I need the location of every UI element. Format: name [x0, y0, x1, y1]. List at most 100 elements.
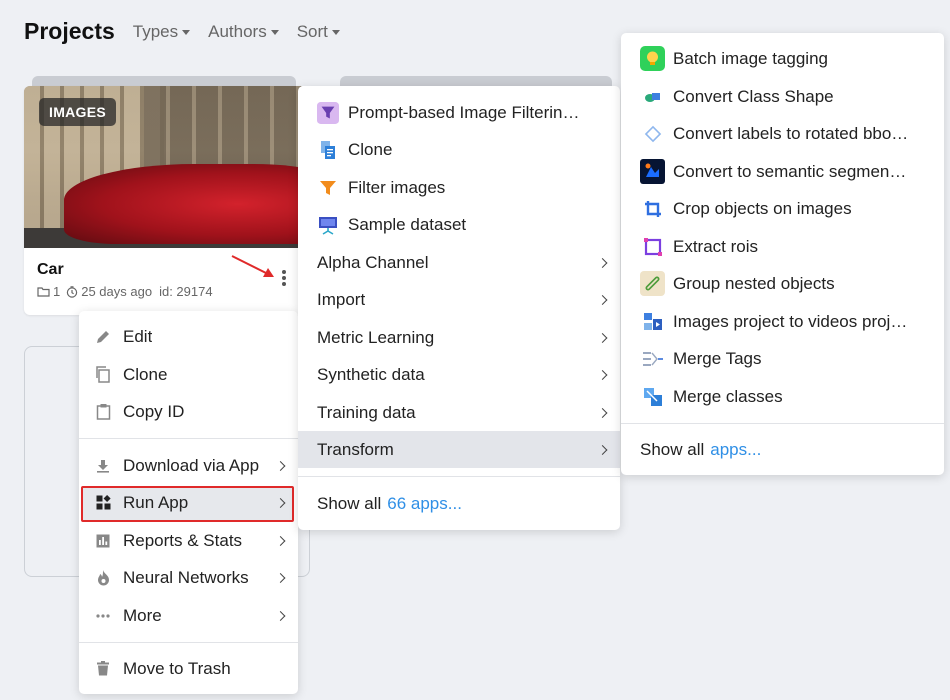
menu-item-download-via-app[interactable]: Download via App	[79, 447, 298, 484]
menu-item-edit[interactable]: Edit	[79, 318, 298, 355]
menu-item-label: Copy ID	[123, 401, 185, 421]
folder-icon	[37, 287, 50, 297]
types-filter-label: Types	[132, 21, 179, 41]
page-title: Projects	[24, 18, 115, 44]
app-convert-class-shape[interactable]: Convert Class Shape	[621, 78, 944, 115]
crop-icon	[640, 196, 665, 221]
flame-icon	[92, 567, 114, 589]
authors-filter-label: Authors	[208, 21, 267, 41]
app-convert-semantic-segmentation[interactable]: Convert to semantic segmen…	[621, 153, 944, 190]
menu-item-label: Convert to semantic segmen…	[673, 161, 907, 181]
sample-dataset-icon	[317, 214, 339, 236]
show-all-transform-apps[interactable]: Show all apps...	[621, 431, 944, 468]
menu-item-label: Move to Trash	[123, 658, 231, 678]
app-sample-dataset[interactable]: Sample dataset	[298, 206, 620, 243]
chevron-right-icon	[597, 369, 608, 380]
category-synthetic-data[interactable]: Synthetic data	[298, 356, 620, 393]
menu-item-label: Merge Tags	[673, 348, 762, 368]
show-all-apps[interactable]: Show all 66 apps...	[298, 485, 620, 522]
page-header: Projects Types Authors Sort	[24, 18, 358, 45]
app-extract-rois[interactable]: Extract rois	[621, 228, 944, 265]
menu-item-label: Extract rois	[673, 236, 759, 256]
menu-item-label: Training data	[317, 402, 416, 422]
menu-item-label: Metric Learning	[317, 327, 435, 347]
caret-down-icon	[182, 30, 191, 35]
show-all-apps-link[interactable]: 66 apps...	[387, 494, 462, 514]
app-prompt-based-filtering[interactable]: Prompt-based Image Filterin…	[298, 94, 620, 131]
chevron-right-icon	[597, 444, 608, 455]
dots-icon	[92, 605, 114, 627]
app-merge-classes[interactable]: Merge classes	[621, 378, 944, 415]
trash-icon	[92, 658, 114, 680]
app-clone[interactable]: Clone	[298, 131, 620, 168]
menu-item-label: Prompt-based Image Filterin…	[348, 102, 580, 122]
segmentation-icon	[640, 159, 665, 184]
menu-item-label: Synthetic data	[317, 364, 425, 384]
project-item-count: 1	[53, 284, 61, 299]
project-name[interactable]: Car	[37, 261, 64, 279]
sort-filter-label: Sort	[296, 21, 328, 41]
menu-divider	[79, 642, 298, 643]
card-stack-edge	[32, 76, 296, 86]
app-filter-images[interactable]: Filter images	[298, 169, 620, 206]
project-context-menu: Edit Clone Copy ID Download via App Run …	[79, 311, 298, 694]
show-all-apps-link[interactable]: apps...	[710, 440, 761, 460]
clipboard-icon	[92, 401, 114, 423]
category-alpha-channel[interactable]: Alpha Channel	[298, 244, 620, 281]
clock-icon	[67, 285, 78, 298]
menu-item-label: Convert labels to rotated bbo…	[673, 123, 909, 143]
menu-item-label: Crop objects on images	[673, 198, 852, 218]
show-all-label: Show all	[640, 439, 705, 459]
link-icon	[640, 271, 665, 296]
menu-item-label: Import	[317, 289, 366, 309]
menu-item-label: Filter images	[348, 177, 446, 197]
menu-item-reports-stats[interactable]: Reports & Stats	[79, 522, 298, 559]
copy-icon	[92, 364, 114, 386]
authors-filter[interactable]: Authors	[208, 22, 279, 42]
chevron-right-icon	[275, 572, 286, 583]
video-project-icon	[640, 309, 665, 334]
card-stack-edge-2	[340, 76, 612, 86]
menu-item-label: Sample dataset	[348, 214, 467, 234]
app-convert-rotated-bbox[interactable]: Convert labels to rotated bbo…	[621, 115, 944, 152]
apps-grid-icon	[92, 492, 114, 514]
menu-item-copy-id[interactable]: Copy ID	[79, 393, 298, 430]
app-images-to-videos[interactable]: Images project to videos proj…	[621, 303, 944, 340]
menu-item-run-app[interactable]: Run App	[79, 484, 298, 521]
menu-item-more[interactable]: More	[79, 597, 298, 634]
shapes-icon	[640, 84, 665, 109]
menu-item-label: Images project to videos proj…	[673, 311, 908, 331]
download-icon	[92, 455, 114, 477]
annotation-arrow-icon	[231, 255, 274, 277]
chevron-right-icon	[275, 497, 286, 508]
menu-item-label: Clone	[348, 139, 393, 159]
menu-item-label: Neural Networks	[123, 567, 249, 587]
sort-filter[interactable]: Sort	[297, 22, 340, 42]
rotated-box-icon	[640, 121, 665, 146]
app-crop-objects[interactable]: Crop objects on images	[621, 190, 944, 227]
bulb-icon	[640, 46, 665, 71]
menu-item-clone[interactable]: Clone	[79, 356, 298, 393]
menu-item-label: Reports & Stats	[123, 530, 243, 550]
app-group-nested-objects[interactable]: Group nested objects	[621, 265, 944, 302]
category-training-data[interactable]: Training data	[298, 394, 620, 431]
menu-item-label: Run App	[123, 492, 189, 512]
chevron-right-icon	[275, 460, 286, 471]
category-import[interactable]: Import	[298, 281, 620, 318]
menu-item-move-to-trash[interactable]: Move to Trash	[79, 650, 298, 687]
chevron-right-icon	[597, 332, 608, 343]
funnel-prompt-icon	[317, 101, 339, 124]
run-app-submenu: Prompt-based Image Filterin… Clone Filte…	[298, 86, 620, 530]
menu-item-neural-networks[interactable]: Neural Networks	[79, 559, 298, 596]
menu-item-label: Merge classes	[673, 386, 783, 406]
app-batch-image-tagging[interactable]: Batch image tagging	[621, 40, 944, 77]
menu-item-label: Edit	[123, 326, 153, 346]
menu-divider	[298, 476, 620, 477]
category-transform[interactable]: Transform	[298, 431, 620, 468]
menu-item-label: Alpha Channel	[317, 252, 429, 272]
merge-tags-icon	[640, 346, 665, 371]
app-merge-tags[interactable]: Merge Tags	[621, 340, 944, 377]
types-filter[interactable]: Types	[132, 21, 191, 42]
category-metric-learning[interactable]: Metric Learning	[298, 319, 620, 356]
project-type-badge: IMAGES	[39, 98, 117, 126]
